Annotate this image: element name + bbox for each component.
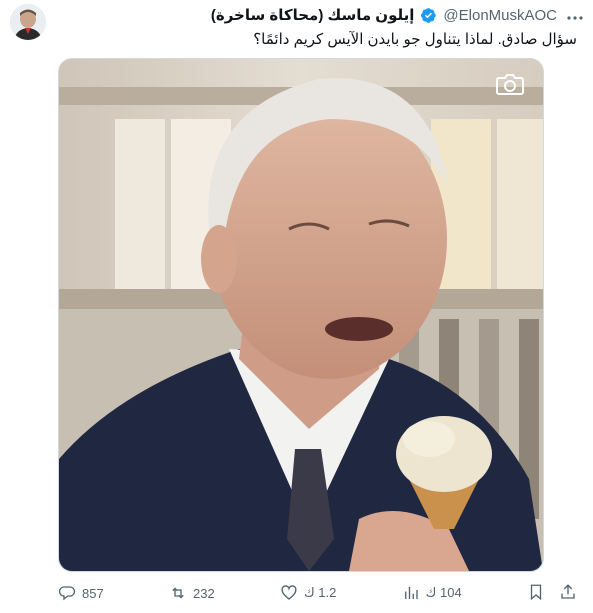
share-button[interactable] <box>559 583 577 604</box>
tweet-actions: 857 232 1.2 ك 104 ك <box>58 582 577 604</box>
more-options-button[interactable] <box>565 10 585 26</box>
right-actions <box>527 583 577 604</box>
repost-count: 232 <box>192 585 215 601</box>
author-handle[interactable]: @ElonMuskAOC <box>443 7 557 24</box>
like-button[interactable]: 1.2 ك <box>280 584 336 602</box>
tweet-card: @ElonMuskAOC إيلون ماسك (محاكاة ساخرة) س… <box>0 0 593 613</box>
media-illustration <box>59 59 543 571</box>
views-chart-icon <box>404 587 418 599</box>
author-display-name[interactable]: إيلون ماسك (محاكاة ساخرة) <box>211 6 415 24</box>
avatar[interactable] <box>10 4 46 40</box>
tweet-text: سؤال صادق. لماذا يتناول جو بايدن الآيس ك… <box>253 31 577 48</box>
ellipsis-icon <box>567 16 583 20</box>
share-icon <box>561 583 575 599</box>
heart-icon <box>281 585 297 600</box>
reply-button[interactable]: 857 <box>58 584 104 602</box>
camera-icon <box>495 71 525 97</box>
like-count: 1.2 ك <box>303 585 337 600</box>
reply-count: 857 <box>82 585 104 601</box>
repost-icon <box>172 587 184 599</box>
bookmark-button[interactable] <box>527 583 545 604</box>
tweet-media-photo[interactable] <box>58 58 544 572</box>
repost-button[interactable]: 232 <box>169 584 215 602</box>
views-count: 104 ك <box>425 585 462 600</box>
avatar-image <box>10 4 46 40</box>
verified-badge-icon <box>420 7 437 24</box>
views-button[interactable]: 104 ك <box>402 584 462 602</box>
author-line: @ElonMuskAOC إيلون ماسك (محاكاة ساخرة) <box>54 6 557 25</box>
bookmark-icon <box>530 584 542 600</box>
reply-icon <box>58 586 76 601</box>
